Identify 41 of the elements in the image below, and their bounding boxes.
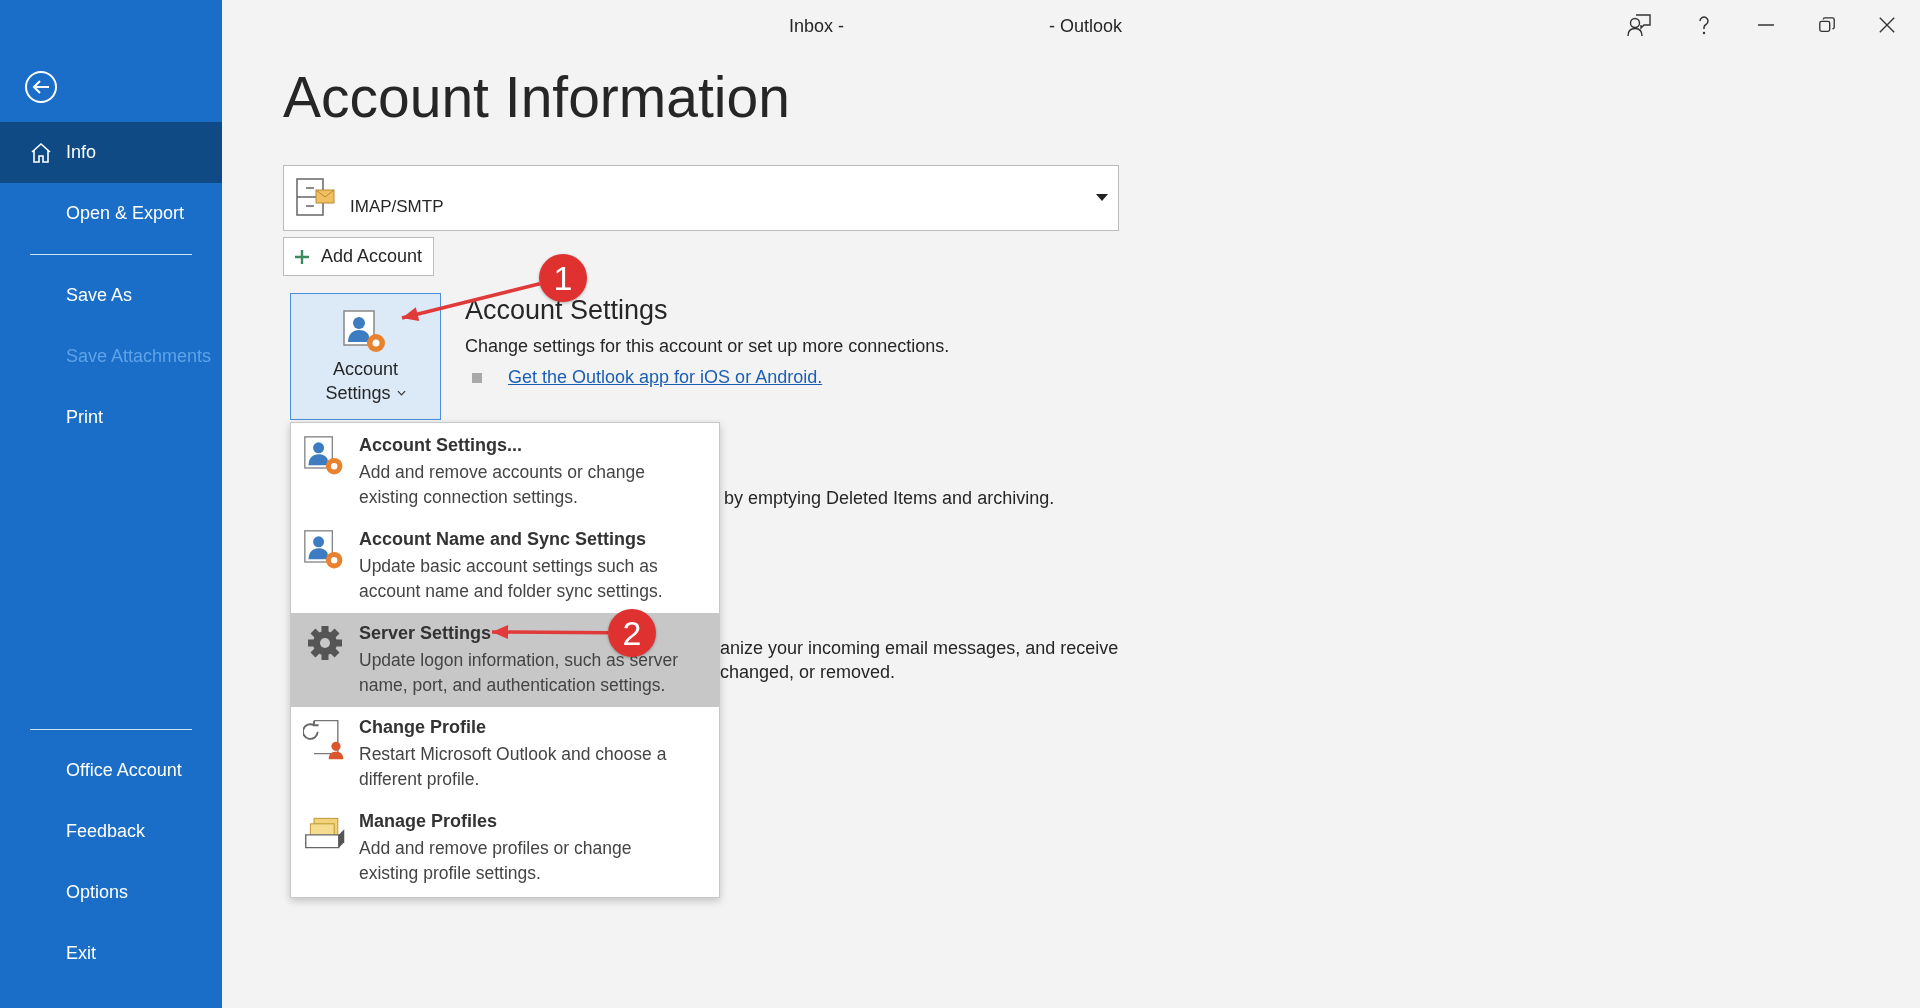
menu-item-title: Change Profile — [359, 717, 487, 738]
menu-item-description: Add and remove profiles or change existing profile settings. — [359, 837, 633, 885]
add-account-button[interactable]: Add Account — [283, 237, 435, 276]
sidebar-item[interactable]: Open & Export — [0, 183, 222, 244]
menu-item[interactable]: Account Settings... Add and remove accounts or change existing connection settings. — [291, 425, 719, 519]
sidebar-item[interactable]: Office Account — [0, 740, 222, 801]
sidebar-item[interactable]: Exit — [0, 923, 222, 984]
menu-item[interactable]: Change Profile Restart Microsoft Outlook and choose a different profile. — [291, 707, 719, 801]
menu-item-description: Update basic account settings such as account name and folder sync settings. — [359, 555, 664, 603]
menu-item-title: Account Name and Sync Settings — [359, 529, 647, 550]
sidebar-item[interactable]: Info — [0, 122, 222, 183]
description-text: by emptying Deleted Items and archiving. — [724, 487, 1055, 510]
minimize-icon[interactable] — [1756, 23, 1776, 27]
sidebar-item[interactable]: Save As — [0, 265, 222, 326]
description-text: anize your incoming email messages, and receive — [720, 637, 1119, 660]
outlook-app-link[interactable]: Get the Outlook app for iOS or Android. — [508, 367, 823, 388]
menu-item-title: Account Settings... — [359, 435, 522, 456]
plus-icon — [295, 249, 309, 264]
description-text: changed, or removed. — [720, 661, 897, 684]
menu-item-title: Manage Profiles — [359, 811, 498, 832]
menu-item-description: Add and remove accounts or change existing connection settings. — [359, 461, 646, 509]
menu-item-title: Server Settings — [359, 623, 492, 644]
chevron-down-icon — [396, 389, 406, 396]
page-heading: Account Information — [283, 64, 791, 131]
gear-icon — [305, 623, 345, 663]
home-icon — [29, 140, 53, 165]
dropdown-caret-icon — [1096, 194, 1108, 202]
window-title: Inbox - — [789, 16, 845, 37]
menu-item-description: Restart Microsoft Outlook and choose a different profile. — [359, 743, 668, 791]
account-settings-button[interactable]: Account Settings — [290, 293, 441, 420]
restore-icon[interactable] — [1818, 16, 1836, 34]
sidebar-item[interactable]: Print — [0, 387, 222, 448]
window-title: - Outlook — [1049, 16, 1123, 37]
close-icon[interactable] — [1878, 16, 1896, 34]
account-dropdown[interactable]: IMAP/SMTP — [283, 165, 1119, 231]
menu-item[interactable]: Manage Profiles Add and remove profiles or change existing profile settings. — [291, 801, 719, 895]
sidebar-item[interactable]: Feedback — [0, 801, 222, 862]
coauthor-icon[interactable] — [1626, 12, 1652, 38]
sidebar-item[interactable]: Options — [0, 862, 222, 923]
section-description: Change settings for this account or set up more connections. — [465, 336, 950, 357]
bullet-icon — [472, 372, 482, 383]
